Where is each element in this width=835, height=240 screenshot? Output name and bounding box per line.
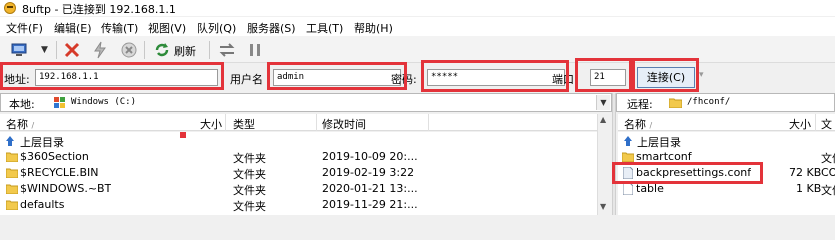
local-path-select[interactable]: Windows (C:) [71,95,136,110]
file-type: 文件夹 [233,168,266,181]
scroll-down-icon[interactable]: ▼ [600,202,606,211]
transfer-icon[interactable] [218,41,236,59]
menu-queue[interactable]: 队列(Q) [197,20,236,36]
up-directory-label: 上层目录 [20,136,64,149]
column-modified-header[interactable]: 修改时间 [322,116,366,132]
table-row[interactable]: $360Section 文件夹 2019-10-09 20:... [0,149,597,165]
app-logo-icon [4,2,16,14]
file-size: 1 KB [796,182,822,195]
column-type-header[interactable]: 文 [821,116,832,132]
remote-path-select[interactable]: /fhconf/ [687,95,730,110]
folder-icon [6,200,18,210]
file-name: defaults [20,198,65,211]
toolbar-separator [144,41,145,59]
column-size-header[interactable]: 大小 [200,116,222,132]
menu-server[interactable]: 服务器(S) [247,20,296,36]
table-row[interactable]: $RECYCLE.BIN 文件夹 2019-02-19 3:22 [0,165,597,181]
highlight-box [421,60,569,92]
local-path-bar: 本地: Windows (C:) ▼ [0,93,612,112]
toolbar: ▼ 刷新 [0,36,835,63]
disconnect-icon[interactable] [63,41,81,59]
column-divider[interactable] [316,114,317,131]
column-size-header[interactable]: 大小 [789,116,811,132]
menu-edit[interactable]: 编辑(E) [54,20,92,36]
folder-icon [6,152,18,162]
remote-list-header: 名称 / 大小 文 [618,114,835,131]
column-divider[interactable] [428,114,429,131]
file-modified: 2019-10-09 20:... [322,150,418,163]
chevron-down-icon[interactable]: ▾ [699,70,704,80]
column-divider[interactable] [225,114,226,131]
file-type: 文件夹 [233,152,266,165]
file-type: 文件夹 [233,184,266,197]
file-type: CO [821,166,835,179]
local-scrollbar[interactable]: ▲ ▼ [597,114,611,215]
local-list-header: 名称 / 大小 类型 修改时间 [0,114,597,131]
stop-icon[interactable] [120,41,138,59]
menu-file[interactable]: 文件(F) [6,20,43,36]
refresh-icon[interactable] [153,41,171,59]
file-modified: 2020-01-21 13:... [322,182,418,195]
title-bar: 8uftp - 已连接到 192.168.1.1 [0,0,835,16]
column-name-header[interactable]: 名称 / [624,116,652,132]
scroll-up-icon[interactable]: ▲ [600,115,606,124]
annotation-marker [180,132,186,138]
list-item[interactable]: 上层目录 [618,133,835,149]
window-title: 8uftp - 已连接到 192.168.1.1 [22,3,176,16]
folder-icon [6,184,18,194]
remote-path-bar: 远程: /fhconf/ [616,93,835,112]
highlight-box [0,62,224,90]
table-row[interactable]: $WINDOWS.~BT 文件夹 2020-01-21 13:... [0,181,597,197]
lightning-icon[interactable] [91,41,109,59]
remote-file-list: 上层目录 smartconf 文件 backpresettings.conf 7… [612,132,835,215]
column-name-header[interactable]: 名称 / [6,116,34,132]
folder-icon [669,98,682,108]
chevron-down-icon[interactable]: ▼ [596,95,610,110]
highlight-box [575,58,632,92]
up-folder-icon [624,136,632,146]
column-divider[interactable] [815,114,816,131]
file-icon [623,183,633,195]
up-folder-icon [6,136,14,146]
panel-splitter[interactable] [612,93,616,215]
file-type: 文件 [821,152,835,165]
chevron-down-icon[interactable]: ▼ [41,45,48,55]
file-name: $360Section [20,150,89,163]
toolbar-separator [56,41,57,59]
file-type: 文件夹 [233,200,266,213]
username-label: 用户名 [230,73,263,86]
file-type: 文件 [821,184,835,197]
refresh-button[interactable]: 刷新 [174,43,196,59]
file-name: $WINDOWS.~BT [20,182,112,195]
remote-path-label: 远程: [627,98,653,111]
site-manager-icon[interactable] [10,41,28,59]
drive-icon [54,97,65,108]
local-file-list: 上层目录 $360Section 文件夹 2019-10-09 20:... $… [0,132,597,215]
folder-icon [6,168,18,178]
file-size: 72 KB [789,166,822,179]
folder-icon [622,152,634,162]
highlight-box [267,62,407,90]
list-item[interactable]: 上层目录 [0,133,597,149]
menu-view[interactable]: 视图(V) [148,20,186,36]
menu-tools[interactable]: 工具(T) [306,20,343,36]
up-directory-label: 上层目录 [637,136,681,149]
highlight-box [632,58,699,92]
file-modified: 2019-11-29 21:... [322,198,418,211]
table-row[interactable]: defaults 文件夹 2019-11-29 21:... [0,197,597,213]
menu-transfer[interactable]: 传输(T) [101,20,138,36]
menu-bar: 文件(F) 编辑(E) 传输(T) 视图(V) 队列(Q) 服务器(S) 工具(… [0,17,835,36]
toolbar-separator [209,41,210,59]
highlight-box [612,162,763,184]
menu-help[interactable]: 帮助(H) [354,20,393,36]
column-type-header[interactable]: 类型 [233,116,255,132]
file-modified: 2019-02-19 3:22 [322,166,415,179]
file-name: $RECYCLE.BIN [20,166,99,179]
local-path-label: 本地: [9,98,35,111]
pause-icon[interactable] [246,41,264,59]
